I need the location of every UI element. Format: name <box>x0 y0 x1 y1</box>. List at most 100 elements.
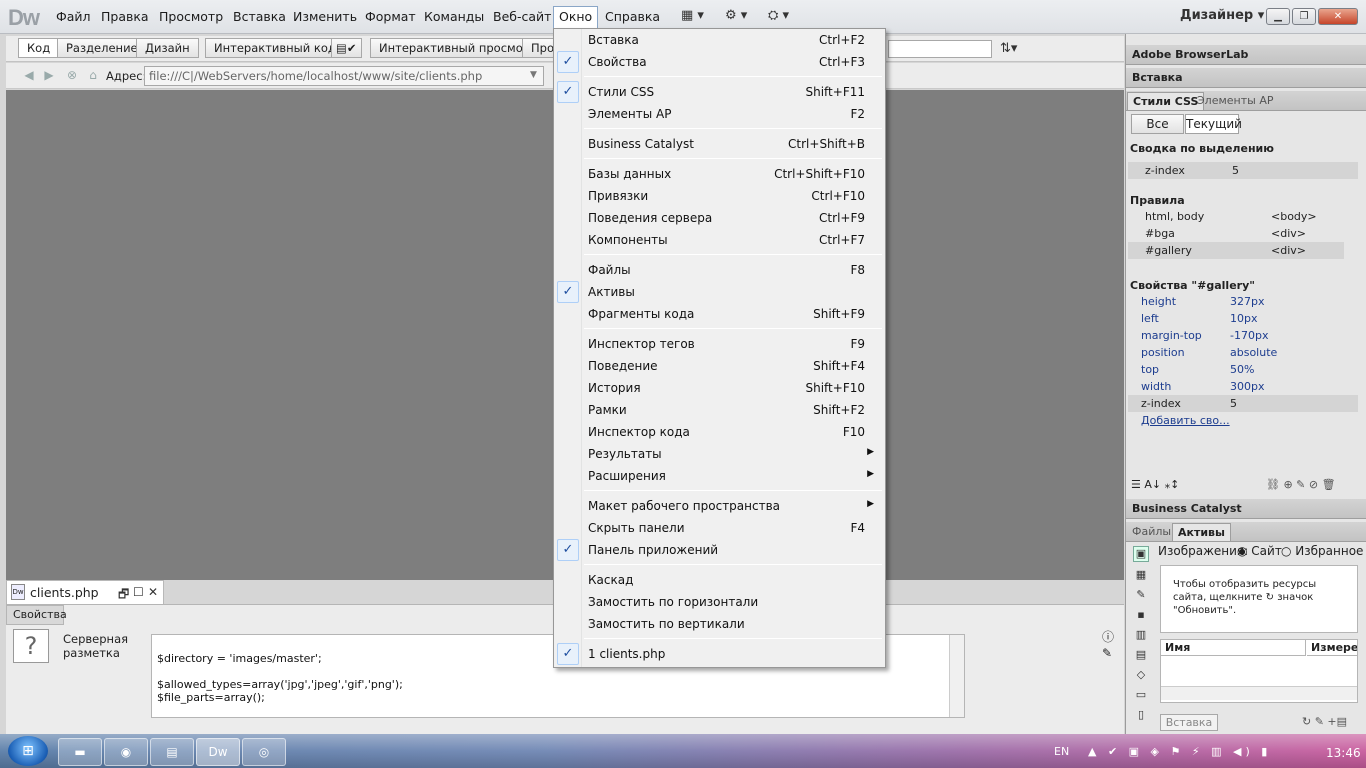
prop-row[interactable]: width 300px <box>1128 378 1358 395</box>
minimize-button[interactable]: ▁ <box>1266 8 1290 25</box>
menu-item[interactable]: ✓ Панель приложений <box>555 539 884 561</box>
home-icon[interactable]: ⌂ <box>86 68 100 82</box>
prop-row[interactable]: z-index 5 <box>1128 395 1358 412</box>
rule-row[interactable]: html, body <body> <box>1128 208 1344 225</box>
design-view-button[interactable]: Дизайн <box>136 38 199 58</box>
file-transfer-icon[interactable]: ⇅▾ <box>1000 41 1017 59</box>
rule-row[interactable]: #bga <div> <box>1128 225 1344 242</box>
menu-item[interactable]: Элементы AP F2 <box>555 103 884 125</box>
menu-item[interactable]: ✓ Активы <box>555 281 884 303</box>
css-panel-toolbar-icons[interactable]: ☰ A↓ ⁎↕ <box>1131 478 1179 491</box>
prop-row[interactable]: position absolute <box>1128 344 1358 361</box>
tab-files[interactable]: Файлы <box>1127 523 1176 541</box>
menu-edit[interactable]: Правка <box>96 6 154 28</box>
explorer-taskbar-icon[interactable]: ▬ <box>58 738 102 766</box>
assets-hscrollbar[interactable] <box>1161 686 1357 700</box>
templates-icon[interactable]: ▭ <box>1133 688 1149 704</box>
menu-format[interactable]: Формат <box>360 6 421 28</box>
prop-row[interactable]: margin-top -170px <box>1128 327 1358 344</box>
menu-item[interactable]: Привязки Ctrl+F10 <box>555 185 884 207</box>
menu-item[interactable]: Business Catalyst Ctrl+Shift+B <box>555 133 884 155</box>
menu-item[interactable]: Каскад <box>555 569 884 591</box>
menu-item[interactable]: Результаты ▶ <box>555 443 884 465</box>
code-scrollbar[interactable] <box>949 635 964 717</box>
menu-item[interactable]: ✓ Стили CSS Shift+F11 <box>555 81 884 103</box>
close-doc-icon[interactable]: ✕ <box>148 585 158 599</box>
inspect-button[interactable]: Про <box>522 38 554 58</box>
current-mode-button[interactable]: Текущий <box>1185 114 1242 134</box>
menu-item[interactable]: Базы данных Ctrl+Shift+F10 <box>555 163 884 185</box>
browser-check-icon[interactable]: ▤✔ <box>331 38 362 58</box>
code-view-button[interactable]: Код <box>18 38 60 58</box>
menu-item[interactable]: Поведения сервера Ctrl+F9 <box>555 207 884 229</box>
urls-icon[interactable]: ✎ <box>1133 588 1149 604</box>
menu-site[interactable]: Веб-сайт <box>488 6 556 28</box>
menu-commands[interactable]: Команды <box>419 6 489 28</box>
menu-item[interactable]: Поведение Shift+F4 <box>555 355 884 377</box>
menu-item[interactable]: Вставка Ctrl+F2 <box>555 29 884 51</box>
menu-help[interactable]: Справка <box>600 6 665 28</box>
summary-row[interactable]: z-index 5 <box>1128 162 1358 179</box>
col-name[interactable]: Имя <box>1161 640 1306 656</box>
tab-assets[interactable]: Активы <box>1172 523 1231 541</box>
clock[interactable]: 13:46 <box>1326 746 1361 760</box>
tray-icons[interactable]: ▲ ✔ ▣ ◈ ⚑ ⚡ ▥ ◀) ▮ <box>1088 745 1271 758</box>
notepad-taskbar-icon[interactable]: ▤ <box>150 738 194 766</box>
menu-modify[interactable]: Изменить <box>288 6 362 28</box>
menu-window[interactable]: Окно <box>553 6 599 28</box>
menu-item[interactable]: Компоненты Ctrl+F7 <box>555 229 884 251</box>
chevron-down-icon[interactable]: ▼ <box>530 70 537 80</box>
stop-icon[interactable]: ⊗ <box>65 68 79 82</box>
css-action-icons[interactable]: ⛓ ⊕ ✎ ⊘ 🗑 <box>1266 478 1336 491</box>
menu-item[interactable]: Файлы F8 <box>555 259 884 281</box>
menu-item[interactable]: Макет рабочего пространства ▶ <box>555 495 884 517</box>
menu-file[interactable]: Файл <box>51 6 96 28</box>
app-taskbar-icon[interactable]: ◎ <box>242 738 286 766</box>
dreamweaver-taskbar-icon[interactable]: Dw <box>196 738 240 766</box>
edit-icon[interactable]: ✎ <box>1102 646 1112 660</box>
menu-item[interactable]: Замостить по вертикали <box>555 613 884 635</box>
chrome-taskbar-icon[interactable]: ◉ <box>104 738 148 766</box>
menu-item[interactable]: История Shift+F10 <box>555 377 884 399</box>
help-icon[interactable]: ⓘ <box>1102 628 1114 645</box>
address-input[interactable]: file:///C|/WebServers/home/localhost/www… <box>144 66 544 86</box>
maximize-button[interactable]: ❐ <box>1292 8 1316 25</box>
menu-item[interactable]: Фрагменты кода Shift+F9 <box>555 303 884 325</box>
split-view-button[interactable]: Разделение <box>57 38 147 58</box>
menu-insert[interactable]: Вставка <box>228 6 291 28</box>
menu-view[interactable]: Просмотр <box>154 6 228 28</box>
rule-row-selected[interactable]: #gallery <div> <box>1128 242 1344 259</box>
start-button[interactable]: ⊞ <box>8 736 48 766</box>
shockwave-icon[interactable]: ▥ <box>1133 628 1149 644</box>
images-icon[interactable]: ▣ <box>1133 546 1149 562</box>
library-icon[interactable]: ▯ <box>1133 708 1149 724</box>
back-icon[interactable]: ◀ <box>22 68 36 82</box>
site-radio[interactable]: ◉ Сайт <box>1237 544 1282 558</box>
maximize-doc-icon[interactable]: ☐ <box>133 585 144 599</box>
add-property-link[interactable]: Добавить сво... <box>1141 412 1230 429</box>
forward-icon[interactable]: ▶ <box>42 68 56 82</box>
add-property-row[interactable]: Добавить сво... <box>1128 412 1358 429</box>
prop-row[interactable]: left 10px <box>1128 310 1358 327</box>
live-view-button[interactable]: Интерактивный просмотр <box>370 38 546 58</box>
language-indicator[interactable]: EN <box>1054 745 1069 758</box>
title-input[interactable] <box>888 40 992 58</box>
insert-panel-header[interactable]: Вставка <box>1126 68 1366 88</box>
menu-item[interactable]: Расширения ▶ <box>555 465 884 487</box>
menu-item[interactable]: ✓ 1 clients.php <box>555 643 884 665</box>
properties-tab[interactable]: Свойства <box>6 605 67 625</box>
close-button[interactable]: ✕ <box>1318 8 1358 25</box>
live-code-button[interactable]: Интерактивный код <box>205 38 345 58</box>
menu-item[interactable]: Инспектор тегов F9 <box>555 333 884 355</box>
col-size[interactable]: Измерен <box>1307 640 1357 656</box>
workspace-switcher[interactable]: Дизайнер ▾ <box>1180 8 1264 23</box>
movies-icon[interactable]: ▤ <box>1133 648 1149 664</box>
tab-ap-elements[interactable]: Элементы AP <box>1192 92 1278 110</box>
layout-icon[interactable]: ▦ ▾ <box>681 8 704 26</box>
gear-icon[interactable]: ⚙ ▾ <box>725 8 747 26</box>
site-manager-icon[interactable]: ⛭ ▾ <box>768 8 789 26</box>
menu-item[interactable]: Замостить по горизонтали <box>555 591 884 613</box>
business-catalyst-header[interactable]: Business Catalyst <box>1126 499 1366 519</box>
refresh-edit-icons[interactable]: ↻ ✎ +▤ <box>1302 715 1347 728</box>
restore-doc-icon[interactable]: 🗗 <box>118 585 129 606</box>
